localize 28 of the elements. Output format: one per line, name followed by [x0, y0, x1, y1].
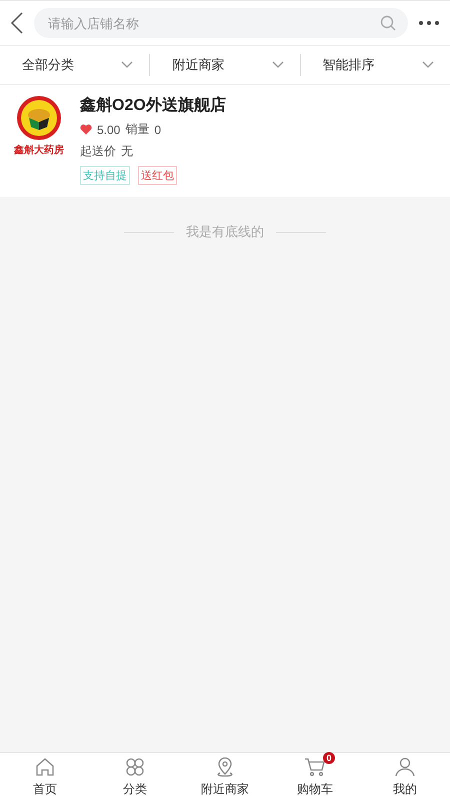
rating: 5.00 — [97, 122, 120, 136]
min-order-value: 无 — [121, 143, 133, 160]
sales-label: 销量 — [125, 121, 150, 138]
heart-icon — [80, 124, 92, 135]
chevron-down-icon — [121, 61, 134, 69]
person-icon — [393, 755, 417, 779]
tab-bar-item[interactable]: 分类 — [90, 753, 180, 800]
sales-count: 0 — [154, 122, 162, 136]
shop-logo-drawing — [16, 95, 62, 141]
logo-text: 鑫斛大药房 — [14, 143, 64, 157]
filter-dropdown[interactable]: 智能排序 — [300, 54, 450, 76]
chevron-down-icon — [422, 61, 434, 69]
filter-dropdown[interactable]: 附近商家 — [149, 54, 300, 76]
cart-count-badge: 0 — [323, 752, 335, 764]
tab-bar-item[interactable]: 0 购物车 — [270, 753, 360, 800]
shop-tag: 送红包 — [138, 166, 177, 185]
filter-dropdown[interactable]: 全部分类 — [0, 54, 150, 76]
tab-bar-item[interactable]: 首页 — [0, 753, 90, 800]
search-bar[interactable]: 请输入店铺名称 — [34, 8, 408, 38]
shop-tag: 支持自提 — [80, 166, 130, 185]
shop-name[interactable]: 鑫斛O2O外送旗舰店 — [80, 95, 226, 116]
back-icon[interactable] — [10, 12, 24, 34]
more-icon[interactable] — [418, 20, 440, 26]
chevron-down-icon — [272, 61, 284, 69]
end-of-list-text: 我是有底线的 — [186, 223, 264, 241]
tab-bar-item[interactable]: 附近商家 — [180, 753, 270, 800]
tab-bar-item[interactable]: 我的 — [360, 753, 450, 800]
min-order-label: 起送价 — [80, 143, 116, 160]
